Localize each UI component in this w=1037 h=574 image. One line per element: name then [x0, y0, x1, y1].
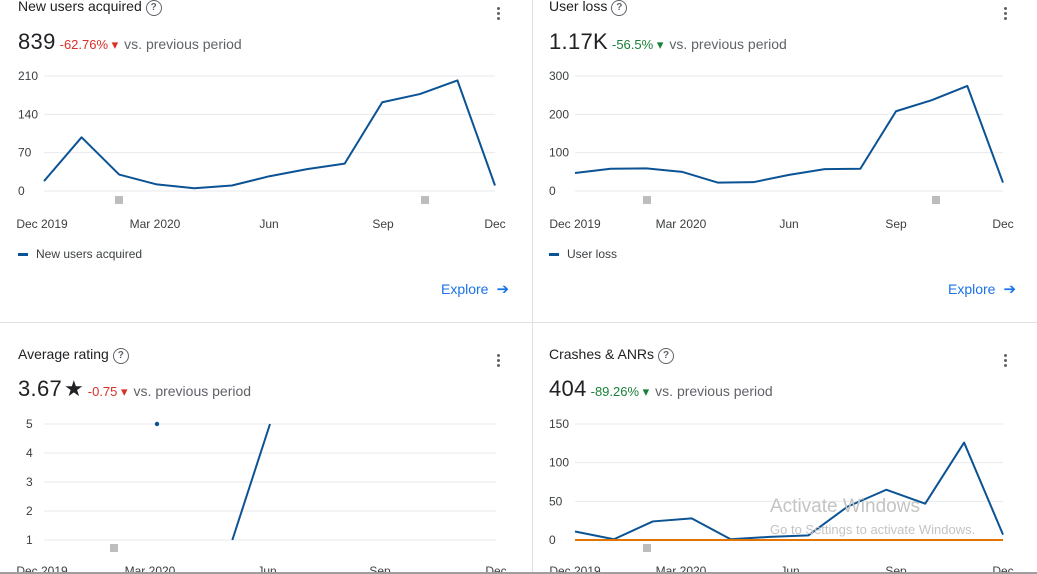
- range-marker: [115, 196, 123, 204]
- range-marker: [643, 196, 651, 204]
- explore-link-new-users[interactable]: Explore ➔: [441, 280, 509, 298]
- explore-label: Explore: [948, 281, 996, 297]
- y-tick-label: 4: [26, 446, 33, 460]
- x-tick-label: Sep: [372, 217, 394, 231]
- y-tick-label: 50: [549, 494, 563, 508]
- legend-label: New users acquired: [36, 247, 143, 261]
- x-tick-label: Sep: [885, 217, 907, 231]
- range-marker: [932, 196, 940, 204]
- x-tick-label: Dec 2019: [16, 217, 68, 231]
- y-tick-label: 0: [549, 533, 556, 547]
- x-tick-label: Dec: [992, 217, 1013, 231]
- legend-new-users: New users acquired: [18, 247, 142, 261]
- charts-layer: 070140210Dec 2019 Mar 2020 Jun Sep Dec010020…: [16, 69, 1013, 574]
- y-tick-label: 5: [26, 417, 33, 431]
- y-tick-label: 1: [26, 533, 33, 547]
- explore-link-user-loss[interactable]: Explore ➔: [948, 280, 1016, 298]
- series-line: [43, 79, 496, 190]
- explore-label: Explore: [441, 281, 489, 297]
- y-tick-label: 140: [18, 107, 38, 121]
- y-tick-label: 200: [549, 107, 569, 121]
- y-tick-label: 3: [26, 475, 33, 489]
- y-tick-label: 2: [26, 504, 33, 518]
- y-tick-label: 100: [549, 146, 569, 160]
- x-tick-label: Mar 2020: [130, 217, 181, 231]
- range-marker: [110, 544, 118, 552]
- x-tick-label: Dec 2019: [549, 217, 601, 231]
- legend-user-loss: User loss: [549, 247, 617, 261]
- arrow-right-icon: ➔: [1003, 281, 1017, 298]
- y-tick-label: 300: [549, 69, 569, 83]
- x-tick-label: Dec: [484, 217, 505, 231]
- x-tick-label: Jun: [259, 217, 278, 231]
- range-marker: [643, 544, 651, 552]
- x-tick-label: Jun: [779, 217, 798, 231]
- watermark-title: Activate Windows: [770, 496, 920, 517]
- series-line: [574, 84, 1004, 184]
- y-tick-label: 100: [549, 456, 569, 470]
- x-tick-label: Mar 2020: [656, 217, 707, 231]
- y-tick-label: 210: [18, 69, 38, 83]
- y-tick-label: 0: [549, 184, 556, 198]
- legend-swatch: [549, 253, 559, 257]
- legend-swatch: [18, 253, 28, 257]
- y-tick-label: 0: [18, 184, 25, 198]
- data-point: [154, 421, 160, 427]
- range-marker: [421, 196, 429, 204]
- watermark-subtitle: Go to Settings to activate Windows.: [770, 522, 976, 537]
- arrow-right-icon: ➔: [496, 281, 510, 298]
- y-tick-label: 70: [18, 146, 32, 160]
- activate-windows-watermark: Activate Windows Go to Settings to activ…: [770, 496, 975, 537]
- y-tick-label: 150: [549, 417, 569, 431]
- legend-label: User loss: [567, 247, 618, 261]
